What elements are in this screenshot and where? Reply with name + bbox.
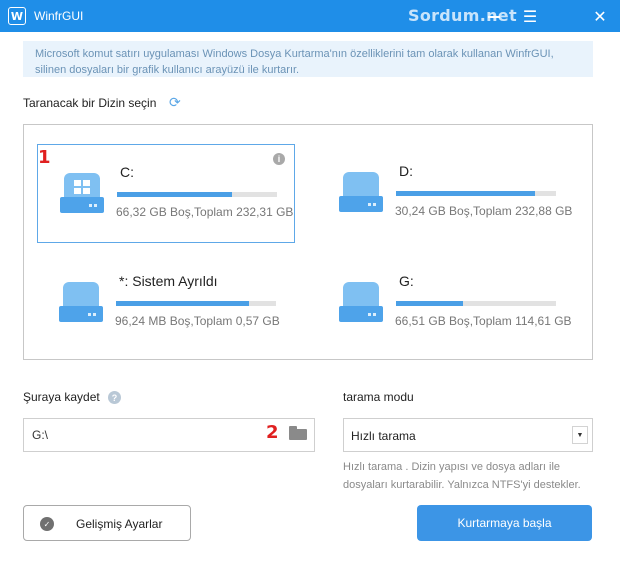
drive-size: 66,51 GB Boş,Toplam 114,61 GB (395, 314, 572, 328)
title-bar: W WinfrGUI Sordum.net ☰ ✕ (0, 0, 620, 32)
folder-icon[interactable] (289, 426, 307, 440)
close-icon[interactable]: ✕ (582, 0, 618, 32)
drive-name: C: (120, 164, 134, 180)
app-logo-icon: W (8, 7, 26, 25)
minimize-icon[interactable] (476, 0, 512, 32)
drive-size: 96,24 MB Boş,Toplam 0,57 GB (115, 314, 280, 328)
window-title: WinfrGUI (34, 9, 84, 23)
scan-mode-value: Hızlı tarama (351, 429, 416, 443)
drive-icon (59, 282, 103, 324)
chevron-down-icon[interactable]: ▼ (572, 426, 588, 444)
scan-mode-select[interactable]: Hızlı tarama ▼ (343, 418, 593, 452)
annotation-marker-1: 1 (38, 147, 51, 168)
checkmark-icon: ✓ (40, 517, 54, 531)
drive-name: D: (399, 163, 413, 179)
drive-name: *: Sistem Ayrıldı (119, 273, 218, 289)
save-location-label: Şuraya kaydet (23, 390, 100, 404)
drive-usage-bar (396, 301, 556, 306)
advanced-settings-label: Gelişmiş Ayarlar (76, 517, 163, 531)
advanced-settings-button[interactable]: ✓ Gelişmiş Ayarlar (23, 505, 191, 541)
annotation-marker-2: 2 (266, 422, 279, 443)
menu-icon[interactable]: ☰ (512, 0, 548, 32)
drive-usage-bar (116, 301, 276, 306)
drive-name: G: (399, 273, 414, 289)
info-banner: Microsoft komut satırı uygulaması Window… (23, 41, 593, 77)
drive-usage-bar (117, 192, 277, 197)
drive-size: 30,24 GB Boş,Toplam 232,88 GB (395, 204, 573, 218)
drive-item-d[interactable]: D: 30,24 GB Boş,Toplam 232,88 GB (317, 144, 575, 243)
drive-icon (339, 172, 383, 214)
system-drive-icon (60, 173, 104, 215)
drive-item-g[interactable]: G: 66,51 GB Boş,Toplam 114,61 GB (317, 254, 575, 353)
refresh-icon[interactable]: ⟳ (169, 95, 185, 111)
drive-usage-bar (396, 191, 556, 196)
drive-list-panel: C: 66,32 GB Boş,Toplam 232,31 GB i 1 D: … (23, 124, 593, 360)
scan-dir-label: Taranacak bir Dizin seçin (23, 96, 157, 110)
start-recovery-button[interactable]: Kurtarmaya başla (417, 505, 592, 541)
drive-item-c[interactable]: C: 66,32 GB Boş,Toplam 232,31 GB i (37, 144, 295, 243)
drive-size: 66,32 GB Boş,Toplam 232,31 GB (116, 205, 294, 219)
drive-icon (339, 282, 383, 324)
scan-mode-label: tarama modu (343, 390, 414, 404)
drive-item-system-reserved[interactable]: *: Sistem Ayrıldı 96,24 MB Boş,Toplam 0,… (37, 254, 295, 353)
scan-mode-description: Hızlı tarama . Dizin yapısı ve dosya adl… (343, 461, 581, 491)
help-icon[interactable]: ? (108, 391, 121, 404)
info-icon[interactable]: i (273, 153, 285, 165)
